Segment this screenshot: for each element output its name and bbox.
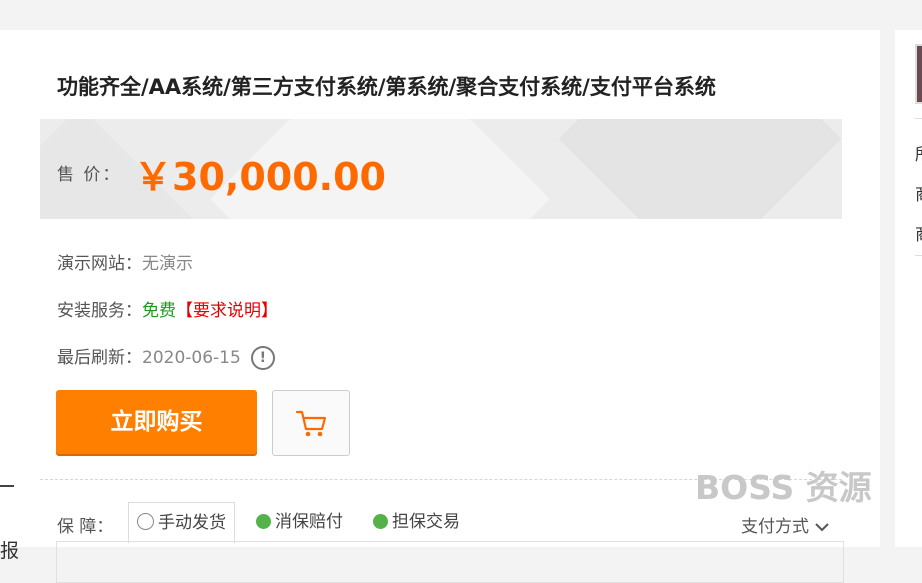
guarantee-item-label: 手动发货 bbox=[158, 513, 226, 533]
guarantee-detail-box bbox=[56, 541, 844, 583]
demo-row: 演示网站：无演示 bbox=[57, 249, 193, 274]
payment-method-label: 支付方式 bbox=[741, 517, 809, 537]
watermark: BOSS 资源 bbox=[695, 468, 872, 507]
product-detail-panel: 功能齐全/AA系统/第三方支付系统/第系统/聚合支付系统/支付平台系统 售 价：… bbox=[0, 30, 880, 583]
refresh-label: 最后刷新： bbox=[57, 348, 142, 368]
install-value: 免费 bbox=[142, 301, 176, 321]
left-edge-dash bbox=[0, 485, 14, 487]
price-box: 售 价： ￥30,000.00 bbox=[40, 119, 842, 219]
guarantee-manual-delivery[interactable]: 手动发货 bbox=[128, 502, 235, 543]
install-label: 安装服务： bbox=[57, 301, 142, 321]
refresh-row: 最后刷新：2020-06-15! bbox=[57, 343, 275, 370]
avatar bbox=[915, 44, 922, 104]
guarantee-label: 保 障： bbox=[57, 517, 114, 537]
guarantee-escrow[interactable]: 担保交易 bbox=[373, 502, 460, 542]
right-edge-text: 商 bbox=[915, 220, 922, 245]
info-icon[interactable]: ! bbox=[250, 346, 275, 370]
guarantee-item-label: 担保交易 bbox=[392, 512, 460, 532]
price-value: ￥30,000.00 bbox=[134, 155, 386, 199]
demo-value: 无演示 bbox=[142, 254, 193, 274]
right-edge-text: 商 bbox=[915, 180, 922, 205]
right-edge-text: 所 bbox=[915, 140, 922, 165]
check-icon bbox=[137, 513, 154, 530]
check-icon bbox=[256, 514, 271, 529]
shopping-cart-icon bbox=[295, 410, 327, 437]
product-title: 功能齐全/AA系统/第三方支付系统/第系统/聚合支付系统/支付平台系统 bbox=[57, 75, 716, 99]
check-icon bbox=[373, 514, 388, 529]
demo-label: 演示网站： bbox=[57, 254, 142, 274]
payment-method-dropdown[interactable]: 支付方式 bbox=[741, 512, 830, 537]
price-label: 售 价： bbox=[57, 165, 122, 185]
right-edge-panel: 所 商 商 bbox=[895, 30, 922, 547]
install-requirements-link[interactable]: 【要求说明】 bbox=[176, 301, 278, 321]
add-to-cart-button[interactable] bbox=[272, 390, 350, 456]
chevron-down-icon bbox=[815, 523, 830, 532]
refresh-date: 2020-06-15 bbox=[142, 348, 241, 368]
left-edge-panel: 报 bbox=[0, 30, 40, 562]
guarantee-item-label: 消保赔付 bbox=[275, 512, 343, 532]
guarantee-compensation[interactable]: 消保赔付 bbox=[256, 502, 343, 542]
left-edge-text: 报 bbox=[0, 540, 20, 562]
buy-now-button[interactable]: 立即购买 bbox=[56, 390, 257, 454]
install-row: 安装服务：免费【要求说明】 bbox=[57, 296, 278, 321]
